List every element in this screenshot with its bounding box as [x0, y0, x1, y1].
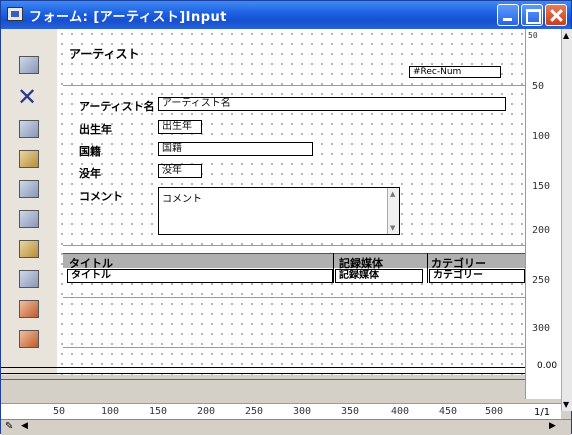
nationality-field[interactable]: 国籍 [158, 142, 313, 156]
scroll-up-arrow-icon[interactable]: ▲ [563, 31, 569, 40]
object-icon-4 [19, 210, 39, 228]
field-label-death-year[interactable]: 没年 [79, 165, 101, 181]
ruler-tick: 450 [439, 406, 458, 417]
ruler-tick: 50 [53, 406, 66, 417]
ruler-tick: 50 [532, 81, 545, 92]
subtable-row: タイトル 記録媒体 カテゴリー [63, 269, 525, 284]
scroll-down-icon[interactable]: ▼ [390, 224, 395, 232]
ruler-tick: 100 [532, 131, 551, 142]
comment-placeholder: コメント [162, 194, 202, 205]
death-year-field[interactable]: 没年 [158, 164, 202, 178]
ruler-tick: 100 [101, 406, 120, 417]
page-indicator: 1/1 [534, 407, 551, 418]
band-marker[interactable]: 0.00 [525, 357, 559, 385]
object-tool-5[interactable] [15, 237, 43, 263]
object-tool-8[interactable] [15, 327, 43, 353]
field-label-comment[interactable]: コメント [79, 188, 123, 204]
object-icon-3 [19, 180, 39, 198]
field-label-artist-name[interactable]: アーティスト名 [79, 98, 155, 114]
ruler-tick: 250 [245, 406, 264, 417]
object-tool-7[interactable] [15, 297, 43, 323]
ruler-tick: 500 [485, 406, 504, 417]
scroll-right-arrow-icon[interactable]: ▶ [549, 421, 556, 431]
ruler-tick: 250 [532, 275, 551, 286]
comment-textarea[interactable]: コメント ▲ ▼ [158, 187, 400, 235]
form-window-icon [7, 7, 23, 21]
ruler-tick: 300 [532, 323, 551, 334]
artist-name-field[interactable]: アーティスト名 [158, 97, 506, 111]
form-editor-window: フォーム: [アーティスト]Input ✕ アーティスト #Rec-Num アー… [0, 0, 572, 435]
rec-num-field[interactable]: #Rec-Num [409, 66, 501, 78]
scroll-up-icon[interactable]: ▲ [390, 190, 395, 198]
header-divider [63, 85, 525, 86]
field-label-nationality[interactable]: 国籍 [79, 143, 101, 159]
field-label-birth-year[interactable]: 出生年 [79, 121, 112, 137]
end-band-line[interactable] [1, 379, 561, 380]
pencil-icon[interactable]: ✎ [5, 421, 13, 432]
comment-scrollbar[interactable]: ▲ ▼ [387, 188, 399, 234]
ruler-tick: 200 [532, 225, 551, 236]
vertical-ruler: 50 50 100 150 200 250 300 [525, 29, 561, 399]
ruler-tick: 300 [293, 406, 312, 417]
object-icon-7 [19, 300, 39, 318]
object-tool-3[interactable] [15, 177, 43, 203]
detail-bottom-divider [63, 347, 525, 348]
maximize-button[interactable] [521, 4, 543, 26]
form-icon [19, 56, 39, 74]
scroll-down-arrow-icon[interactable]: ▼ [563, 400, 569, 409]
object-icon-8 [19, 330, 39, 348]
object-tool-4[interactable] [15, 207, 43, 233]
object-icon-1 [19, 120, 39, 138]
break-band-line[interactable] [1, 373, 561, 374]
tool-palette: ✕ [1, 29, 57, 375]
form-properties-tool[interactable] [15, 53, 43, 79]
title-bar[interactable]: フォーム: [アーティスト]Input [1, 1, 571, 29]
title-cell[interactable]: タイトル [67, 269, 333, 283]
subtable-header: タイトル 記録媒体 カテゴリー [63, 253, 525, 270]
ruler-tick: 350 [341, 406, 360, 417]
footer-band-line[interactable] [1, 367, 561, 368]
delete-tool[interactable]: ✕ [15, 83, 43, 111]
vertical-scrollbar[interactable]: ▲ ▼ [561, 29, 572, 411]
status-bar: ✎ ◀ ▶ [1, 419, 571, 435]
ruler-tick: 150 [149, 406, 168, 417]
delete-icon: ✕ [17, 83, 38, 111]
object-icon-6 [19, 270, 39, 288]
close-button[interactable] [545, 4, 567, 26]
birth-year-field[interactable]: 出生年 [158, 120, 202, 134]
ruler-tick: 50 [528, 31, 538, 40]
band-marker-label: 0.00 [537, 361, 558, 371]
scroll-left-arrow-icon[interactable]: ◀ [21, 421, 28, 431]
window-title: フォーム: [アーティスト]Input [29, 10, 228, 25]
category-cell[interactable]: カテゴリー [429, 269, 525, 283]
ruler-tick: 150 [532, 181, 551, 192]
horizontal-ruler: 50 100 150 200 250 300 350 400 450 500 [1, 403, 561, 419]
ruler-tick: 400 [391, 406, 410, 417]
object-icon-5 [19, 240, 39, 258]
media-cell[interactable]: 記録媒体 [335, 269, 423, 283]
object-tool-1[interactable] [15, 117, 43, 143]
ruler-tick: 200 [197, 406, 216, 417]
subtable-lower-divider [63, 297, 525, 298]
subtable-top-divider [63, 245, 525, 246]
object-tool-2[interactable] [15, 147, 43, 173]
minimize-button[interactable] [497, 4, 519, 26]
object-tool-6[interactable] [15, 267, 43, 293]
object-icon-2 [19, 150, 39, 168]
form-heading[interactable]: アーティスト [69, 45, 140, 62]
